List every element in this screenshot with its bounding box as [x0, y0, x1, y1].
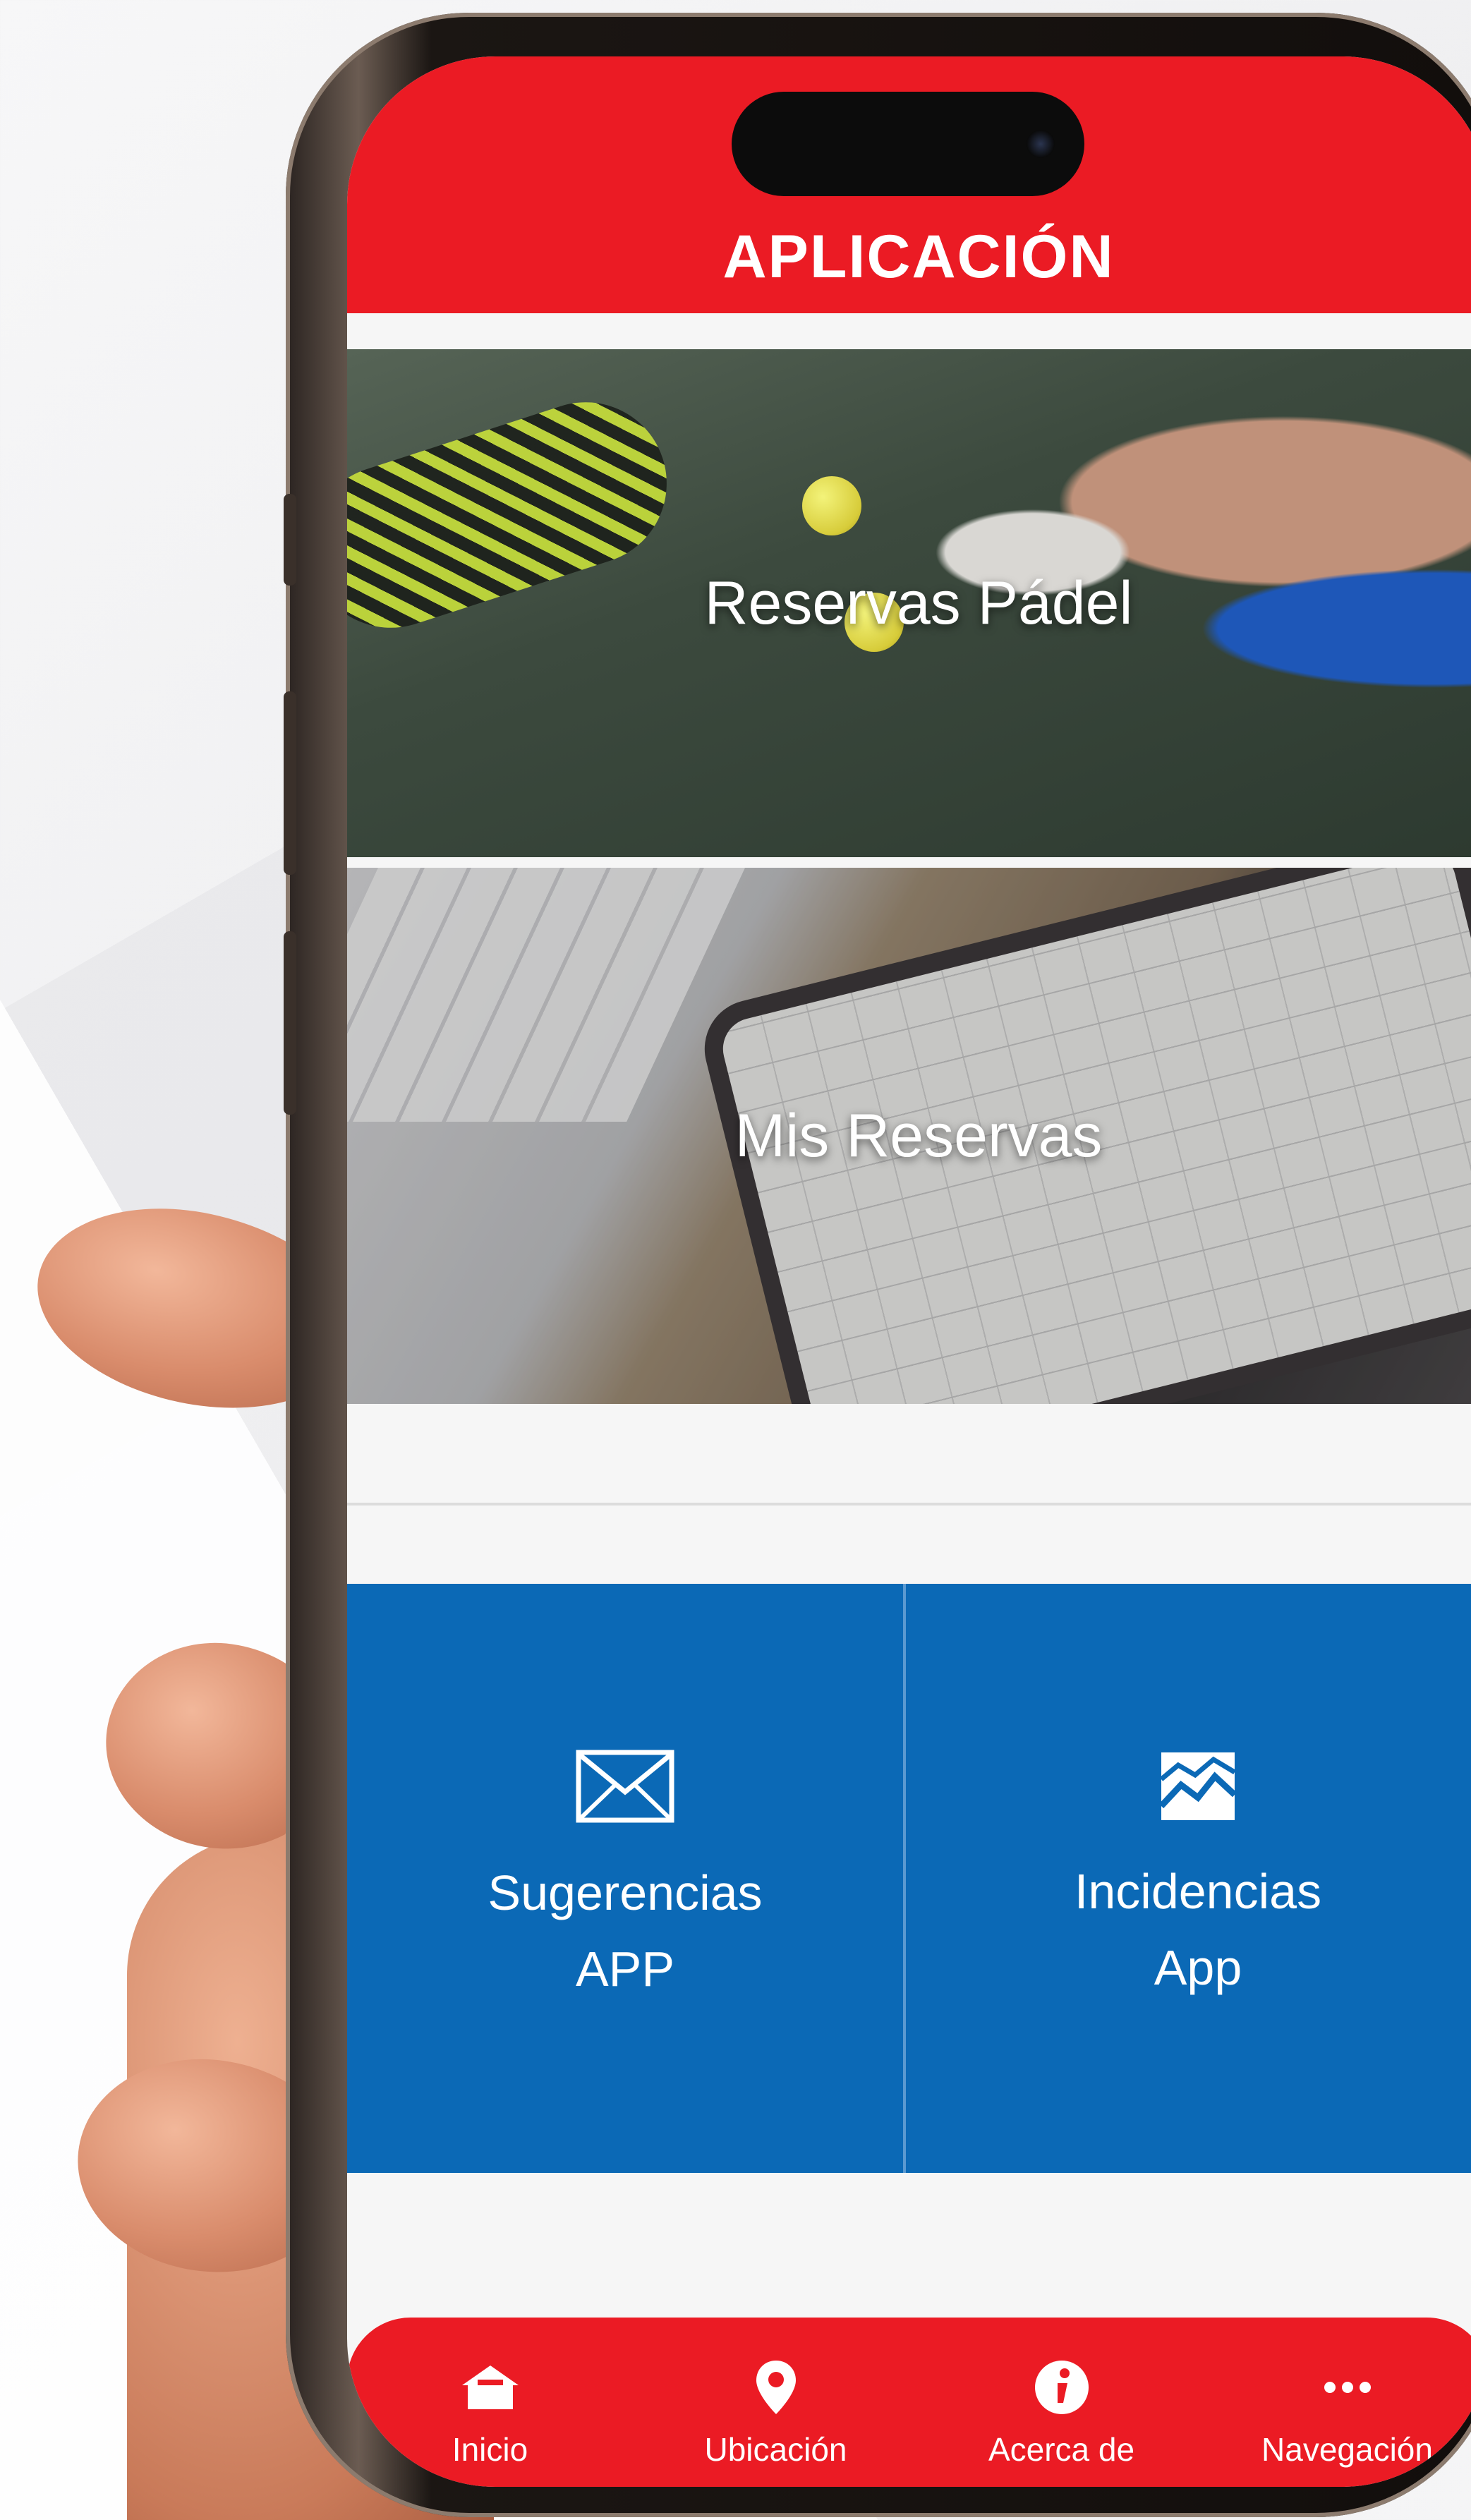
- sugerencias-app-label: Sugerencias APP: [488, 1865, 763, 1997]
- phone-volume-down-button: [284, 931, 296, 1115]
- sugerencias-app-tile[interactable]: Sugerencias APP: [347, 1584, 903, 2173]
- reservas-padel-card[interactable]: Reservas Pádel: [347, 349, 1471, 857]
- dynamic-island: [732, 92, 1084, 196]
- home-icon: [461, 2360, 520, 2415]
- nav-item-ubicacion[interactable]: Ubicación: [670, 2360, 882, 2468]
- envelope-icon: [576, 1750, 674, 1827]
- nav-item-inicio[interactable]: Inicio: [385, 2360, 596, 2468]
- padel-ball-image: [802, 476, 861, 535]
- incidencias-app-label: Incidencias App: [1074, 1863, 1322, 1996]
- mis-reservas-card[interactable]: Mis Reservas: [347, 868, 1471, 1404]
- nav-item-acerca-de[interactable]: Acerca de: [956, 2360, 1168, 2468]
- phone-side-button: [284, 494, 296, 586]
- nav-label-inicio: Inicio: [452, 2431, 528, 2468]
- mis-reservas-label: Mis Reservas: [734, 1101, 1103, 1170]
- incidencias-app-tile[interactable]: Incidencias App: [906, 1584, 1471, 2173]
- nav-label-acerca-de: Acerca de: [988, 2431, 1135, 2468]
- info-icon: [1034, 2360, 1090, 2415]
- reservas-padel-label: Reservas Pádel: [704, 569, 1133, 637]
- phone-screen: APLICACIÓN Reservas Pádel Mis Reservas S…: [347, 56, 1471, 2487]
- location-pin-icon: [755, 2360, 797, 2415]
- front-camera: [1027, 130, 1055, 158]
- more-dots-icon: [1323, 2360, 1372, 2415]
- nav-item-navegacion[interactable]: Navegación: [1242, 2360, 1453, 2468]
- phone-volume-up-button: [284, 691, 296, 875]
- image-icon: [1158, 1751, 1237, 1825]
- section-divider: [347, 1503, 1471, 1506]
- nav-label-navegacion: Navegación: [1261, 2431, 1433, 2468]
- padel-racket-image: [347, 381, 688, 649]
- app-title: APLICACIÓN: [722, 223, 1115, 291]
- nav-label-ubicacion: Ubicación: [704, 2431, 847, 2468]
- bottom-navigation: Inicio Ubicación Acerca de Navegación: [347, 2318, 1471, 2487]
